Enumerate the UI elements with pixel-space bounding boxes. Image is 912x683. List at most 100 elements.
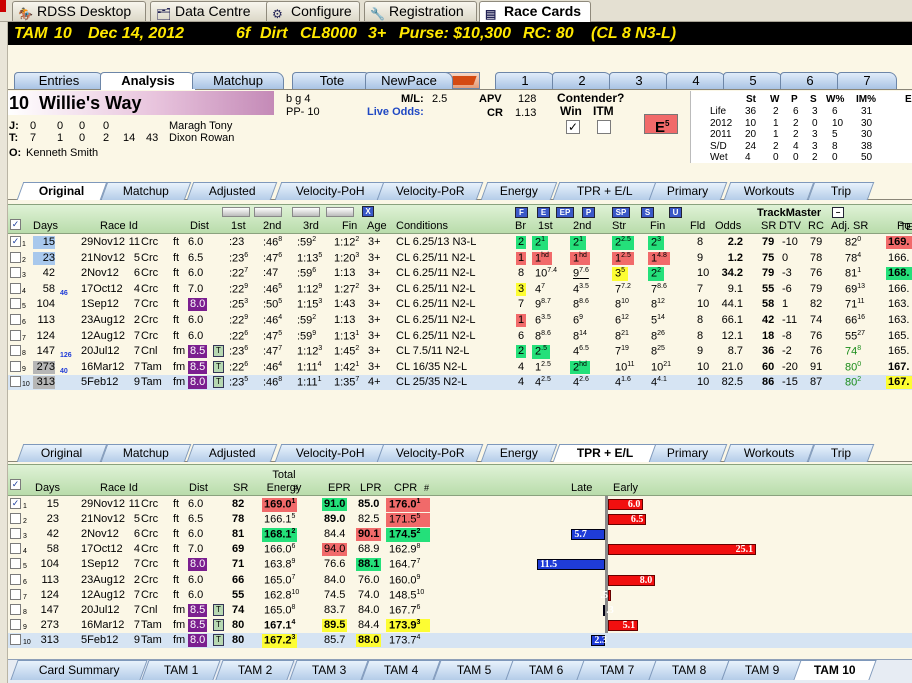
row-call-c1-sup: 8.7	[541, 298, 551, 306]
race-tab-tam-6[interactable]: TAM 6	[505, 660, 587, 680]
row-dist: 8.5	[188, 360, 208, 374]
race-tab-tam-5[interactable]: TAM 5	[433, 660, 515, 680]
tpr-row-cpr: 167.76	[386, 604, 430, 618]
pp-tab-trip[interactable]: Trip	[807, 182, 875, 200]
tpr-row-energy: 165.07	[262, 574, 297, 588]
tpr-tab-tpr-e-l[interactable]: TPR + E/L	[552, 444, 658, 462]
tpr-row-checkbox[interactable]	[10, 543, 21, 555]
race-tab-tam-10[interactable]: TAM 10	[793, 660, 877, 680]
tpr-row-checkbox[interactable]	[10, 618, 21, 630]
filter-button-e[interactable]: E	[537, 207, 550, 218]
pp-tab-energy[interactable]: Energy	[480, 182, 558, 200]
tpr-row-energy: 167.23	[262, 633, 298, 648]
tpr-select-all-checkbox[interactable]: ✓	[10, 479, 21, 490]
tpr-row-checkbox[interactable]	[10, 513, 21, 525]
fraction-button[interactable]	[222, 207, 250, 217]
row-frac2-sup: 8	[278, 236, 283, 243]
race-tab-tam-8[interactable]: TAM 8	[648, 660, 730, 680]
top-tab-rdss-desktop[interactable]: 🏇 RDSS Desktop	[12, 1, 146, 21]
horse-tab-5[interactable]: 5	[723, 72, 783, 89]
itm-checkbox[interactable]	[597, 120, 611, 134]
filter-button-sp[interactable]: SP	[612, 207, 630, 218]
tpr-tab-matchup[interactable]: Matchup	[100, 444, 192, 462]
row-checkbox[interactable]	[10, 376, 21, 388]
view-tab-matchup[interactable]: Matchup	[192, 72, 284, 89]
row-rc: 76	[810, 345, 823, 358]
row-checkbox[interactable]: ✓	[10, 236, 21, 247]
fraction-button[interactable]	[292, 207, 320, 217]
horse-tab-6[interactable]: 6	[780, 72, 840, 89]
horse-name[interactable]: Willie's Way	[39, 93, 141, 113]
fraction-button[interactable]	[254, 207, 282, 217]
tpr-tab-original[interactable]: Original	[16, 444, 108, 462]
row-fin-time: 1:357	[334, 376, 359, 390]
race-tab-tam-3[interactable]: TAM 3	[289, 660, 369, 680]
tpr-tab-velocity-por[interactable]: Velocity-PoR	[376, 444, 484, 462]
filter-button-u[interactable]: U	[669, 207, 682, 218]
row-checkbox[interactable]	[10, 314, 21, 325]
horse-tab-2[interactable]: 2	[552, 72, 612, 89]
row-checkbox[interactable]	[10, 267, 21, 279]
tpr-row-checkbox[interactable]	[10, 528, 21, 540]
race-tab-tam-7[interactable]: TAM 7	[576, 660, 658, 680]
tpr-row-checkbox[interactable]	[10, 603, 21, 615]
tpr-tab-adjusted[interactable]: Adjusted	[186, 444, 278, 462]
pp-tab-velocity-por[interactable]: Velocity-PoR	[376, 182, 484, 200]
view-tab-newpace[interactable]: NewPace	[365, 72, 453, 89]
view-tab-tote[interactable]: Tote	[292, 72, 372, 89]
race-tab-tam-2[interactable]: TAM 2	[215, 660, 295, 680]
expand-x-icon[interactable]: X	[362, 206, 374, 217]
filter-button-s[interactable]: S	[641, 207, 654, 218]
horse-tab-3[interactable]: 3	[609, 72, 669, 89]
pp-tab-primary[interactable]: Primary	[648, 182, 728, 200]
tpr-row-checkbox[interactable]	[10, 633, 21, 645]
filter-button-f[interactable]: F	[515, 207, 528, 218]
tpr-tab-primary[interactable]: Primary	[648, 444, 728, 462]
tpr-row-checkbox[interactable]	[10, 588, 21, 600]
race-tab-tam-4[interactable]: TAM 4	[361, 660, 441, 680]
pp-tab-adjusted[interactable]: Adjusted	[186, 182, 278, 200]
view-tab-entries[interactable]: Entries	[14, 72, 104, 89]
collapse-icon[interactable]: −	[832, 207, 844, 218]
filter-button-p[interactable]: P	[582, 207, 595, 218]
row-checkbox[interactable]	[10, 282, 21, 294]
tpr-row-checkbox[interactable]	[10, 558, 21, 570]
horse-tab-7[interactable]: 7	[837, 72, 897, 89]
row-checkbox[interactable]	[10, 298, 21, 310]
ml-label: M/L:	[401, 93, 424, 105]
tpr-tab-trip[interactable]: Trip	[807, 444, 875, 462]
filter-button-ep[interactable]: EP	[556, 207, 574, 218]
horse-tab-1[interactable]: 1	[495, 72, 555, 89]
race-tab-tam-1[interactable]: TAM 1	[141, 660, 221, 680]
row-checkbox[interactable]	[10, 329, 21, 341]
trainer-name[interactable]: Dixon Rowan	[169, 132, 234, 145]
tpr-tab-workouts[interactable]: Workouts	[723, 444, 815, 462]
fraction-button[interactable]	[326, 207, 354, 217]
view-tab-analysis[interactable]: Analysis	[100, 72, 196, 90]
top-tab-registration[interactable]: 🔧 Registration	[364, 1, 477, 21]
row-call-str: 1011	[612, 361, 638, 375]
tpr-row-sr: 82	[232, 498, 245, 510]
pp-tab-velocity-poh[interactable]: Velocity-PoH	[274, 182, 386, 200]
row-frac3: :592	[297, 236, 316, 250]
race-tab-tam-9[interactable]: TAM 9	[721, 660, 803, 680]
row-frac1-value: :23	[229, 236, 245, 248]
tpr-row-checkbox[interactable]	[10, 573, 21, 585]
win-checkbox[interactable]: ✓	[566, 120, 580, 134]
tpr-tab-velocity-poh[interactable]: Velocity-PoH	[274, 444, 386, 462]
top-tab-race-cards[interactable]: ▤ Race Cards	[479, 1, 591, 22]
row-checkbox[interactable]	[10, 251, 21, 263]
horse-tab-4[interactable]: 4	[666, 72, 726, 89]
top-tab-configure[interactable]: ⚙ Configure	[266, 1, 360, 21]
tpr-row-checkbox[interactable]: ✓	[10, 498, 21, 509]
pp-tab-matchup[interactable]: Matchup	[100, 182, 192, 200]
row-checkbox[interactable]	[10, 360, 21, 372]
pp-tab-tpr-e-l[interactable]: TPR + E/L	[552, 182, 658, 200]
tpr-tab-energy[interactable]: Energy	[480, 444, 558, 462]
race-tab-card-summary[interactable]: Card Summary	[10, 660, 148, 680]
pp-tab-workouts[interactable]: Workouts	[723, 182, 815, 200]
select-all-checkbox[interactable]: ✓	[10, 219, 21, 230]
pp-tab-original[interactable]: Original	[16, 182, 108, 200]
row-checkbox[interactable]	[10, 345, 21, 357]
tpr-row-date: 1Sep12	[81, 558, 119, 571]
